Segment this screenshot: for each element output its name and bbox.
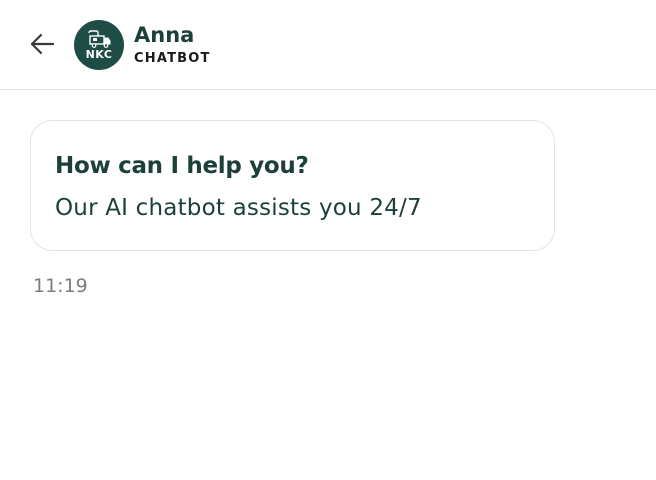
arrow-left-icon <box>30 33 55 55</box>
avatar: NKC <box>74 20 124 70</box>
message-title: How can I help you? <box>55 153 309 179</box>
agent-role: CHATBOT <box>134 51 211 66</box>
chat-header: NKC Anna CHATBOT <box>0 0 656 90</box>
message-body: Our AI chatbot assists you 24/7 <box>55 195 422 221</box>
food-truck-icon <box>88 30 111 48</box>
back-button[interactable] <box>26 28 58 60</box>
avatar-logo-text: NKC <box>85 48 113 61</box>
agent-name: Anna <box>134 23 195 47</box>
message-bubble: How can I help you? Our AI chatbot assis… <box>30 120 555 251</box>
message-timestamp: 11:19 <box>33 275 88 297</box>
